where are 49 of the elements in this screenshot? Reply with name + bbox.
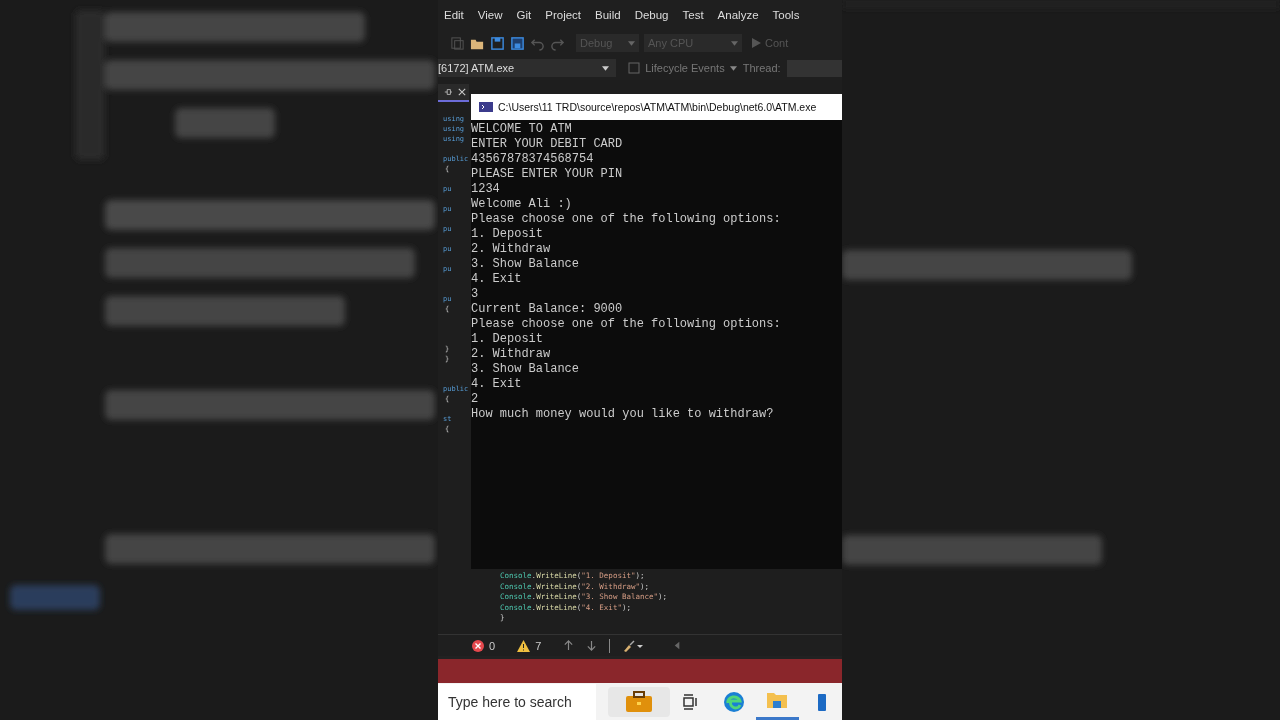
thread-label: Thread:: [742, 62, 781, 74]
arrow-down-icon[interactable]: [586, 640, 598, 651]
caret-icon: [729, 65, 737, 71]
lifecycle-events-button[interactable]: Lifecycle Events: [628, 62, 737, 74]
console-line: Current Balance: 9000: [471, 302, 624, 317]
menu-item[interactable]: Tools: [772, 9, 800, 21]
menu-item[interactable]: View: [477, 9, 503, 21]
console-line: ENTER YOUR DEBIT CARD: [471, 137, 624, 152]
search-field[interactable]: Type here to search: [438, 683, 596, 720]
save-all-icon[interactable]: [510, 35, 525, 51]
process-dropdown[interactable]: [6172] ATM.exe: [438, 59, 617, 77]
console-line: 3. Show Balance: [471, 257, 581, 272]
caret-icon: [628, 40, 635, 46]
pin-icon[interactable]: [444, 88, 452, 96]
arrow-up-icon[interactable]: [563, 640, 575, 651]
console-line: 4. Exit: [471, 377, 523, 392]
caret-icon: [731, 40, 738, 46]
save-icon[interactable]: [490, 35, 505, 51]
play-icon: [751, 38, 761, 48]
menu-item[interactable]: Test: [682, 9, 704, 21]
thread-field[interactable]: [786, 59, 842, 77]
console-line: Please choose one of the following options:: [471, 317, 782, 332]
menu-item[interactable]: Analyze: [717, 9, 759, 21]
console-line: 1. Deposit: [471, 227, 544, 242]
console-line: Welcome Ali :): [471, 197, 573, 212]
console-line: 1. Deposit: [471, 332, 544, 347]
window-title: C:\Users\11 TRD\source\repos\ATM\ATM\bin\Debug\net6.0\ATM.exe: [498, 101, 817, 113]
menu-item[interactable]: Debug: [634, 9, 669, 21]
console-line: WELCOME TO ATM: [471, 122, 573, 137]
console-line: Please choose one of the following options:: [471, 212, 782, 227]
caret-icon: [602, 65, 610, 71]
console-line: 43567878374568754: [471, 152, 595, 167]
menu-item[interactable]: Build: [595, 9, 621, 21]
console-line: PLEASE ENTER YOUR PIN: [471, 167, 624, 182]
menu-item[interactable]: Git: [516, 9, 532, 21]
console-line: 2. Withdraw: [471, 242, 552, 257]
menu-item[interactable]: Project: [545, 9, 582, 21]
briefcase-icon[interactable]: [608, 686, 670, 717]
console-line: 2: [471, 392, 480, 407]
console-line: 1234: [471, 182, 501, 197]
console-icon: [479, 102, 493, 112]
menu-item[interactable]: Edit: [444, 9, 464, 21]
console-line: How much money would you like to withdraw?: [471, 407, 775, 422]
brush-icon[interactable]: [622, 639, 645, 652]
console-line: 3. Show Balance: [471, 362, 581, 377]
console-line: 4. Exit: [471, 272, 523, 287]
console-line: 3: [471, 287, 480, 302]
console-line: 2. Withdraw: [471, 347, 552, 362]
close-icon[interactable]: [458, 88, 466, 96]
